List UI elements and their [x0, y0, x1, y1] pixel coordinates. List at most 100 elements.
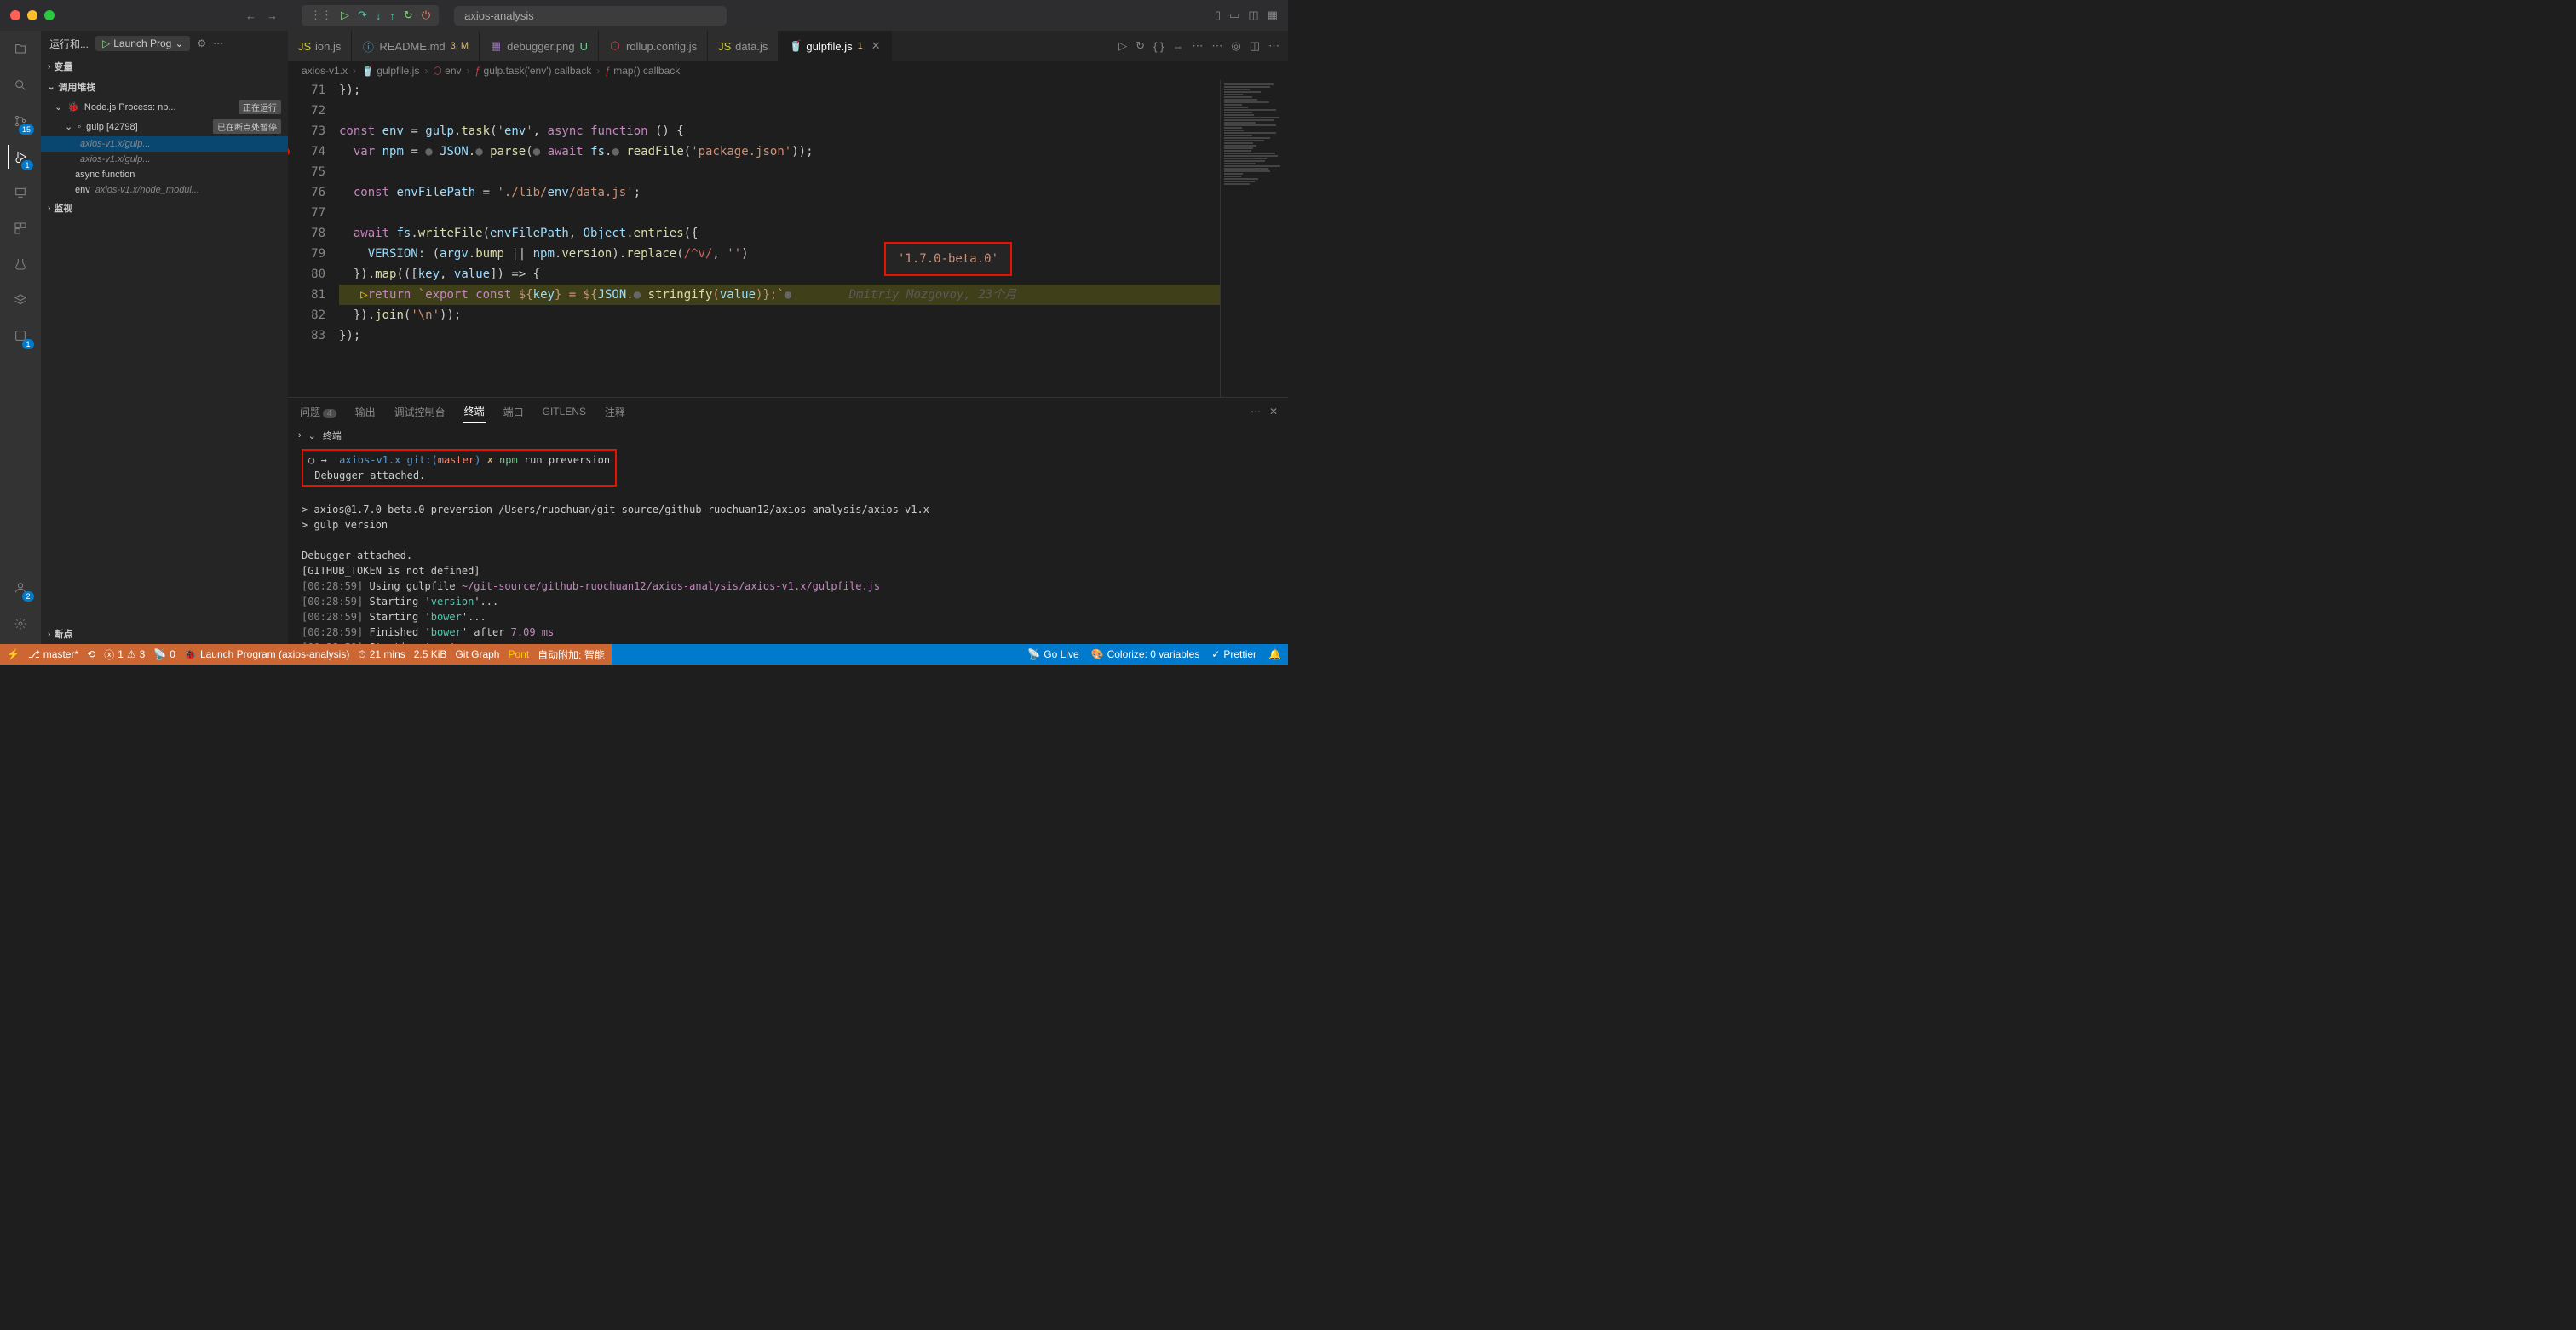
panel-tab[interactable]: 终端: [463, 400, 486, 423]
code-line[interactable]: VERSION: (argv.bump || npm.version).repl…: [339, 244, 1220, 264]
stack-frame[interactable]: axios-v1.x/gulp...: [41, 152, 288, 167]
variables-section-header[interactable]: › 变量: [41, 56, 288, 77]
extensions-icon[interactable]: [9, 216, 32, 240]
ext-icon[interactable]: 1: [9, 324, 32, 348]
code-line[interactable]: });: [339, 80, 1220, 101]
split-icon[interactable]: ◫: [1250, 39, 1260, 53]
step-into-button[interactable]: ↓: [376, 9, 382, 22]
prettier-status[interactable]: ✓ Prettier: [1211, 648, 1256, 660]
breakpoints-section-header[interactable]: › 断点: [41, 624, 288, 644]
layout-panel-icon[interactable]: ▭: [1229, 9, 1239, 22]
editor-tab[interactable]: JSion.js: [288, 31, 352, 61]
overflow-icon[interactable]: ⋯: [1268, 39, 1279, 53]
auto-attach-status[interactable]: 自动附加: 智能: [538, 648, 605, 662]
breadcrumb-item[interactable]: ƒ map() callback: [605, 65, 680, 77]
close-tab-icon[interactable]: ✕: [871, 39, 881, 53]
panel-close-icon[interactable]: ✕: [1269, 406, 1278, 417]
layout-customize-icon[interactable]: ▦: [1268, 9, 1278, 22]
more-icon[interactable]: ⋯: [1192, 39, 1203, 53]
run-debug-icon[interactable]: 1: [8, 145, 32, 169]
pont-status[interactable]: Pont: [508, 648, 529, 660]
panel-tab[interactable]: 端口: [502, 401, 526, 423]
watch-section-header[interactable]: › 监视: [41, 198, 288, 218]
code-line[interactable]: }).map(([key, value]) => {: [339, 264, 1220, 285]
bookmarks-icon[interactable]: [9, 288, 32, 312]
breadcrumb-item[interactable]: ƒ gulp.task('env') callback: [475, 65, 592, 77]
panel-tab[interactable]: GITLENS: [541, 402, 588, 421]
code-line[interactable]: var npm = ● JSON.● parse(● await fs.● re…: [339, 141, 1220, 162]
code-line[interactable]: ▷return `export const ${key} = ${JSON.● …: [339, 285, 1220, 305]
launch-config-dropdown[interactable]: ▷ Launch Prog ⌄: [95, 36, 190, 51]
nav-forward-icon[interactable]: →: [267, 9, 278, 22]
panel-tab[interactable]: 注释: [603, 401, 627, 423]
colorize-status[interactable]: 🎨 Colorize: 0 variables: [1091, 648, 1200, 660]
breadcrumb-item[interactable]: ⬡ env: [433, 65, 461, 77]
breadcrumb-item[interactable]: axios-v1.x: [302, 65, 348, 77]
layout-secondary-icon[interactable]: ◫: [1248, 9, 1258, 22]
editor-tab[interactable]: ⬡rollup.config.js: [599, 31, 708, 61]
debug-thread[interactable]: ⌄ ◦ gulp [42798] 已在断点处暂停: [41, 117, 288, 136]
search-icon[interactable]: [9, 73, 32, 97]
breadcrumb[interactable]: axios-v1.x›🥤 gulpfile.js›⬡ env›ƒ gulp.ta…: [288, 61, 1288, 80]
ports-status[interactable]: 📡 0: [153, 648, 175, 660]
start-debug-icon[interactable]: ▷: [102, 37, 110, 49]
git-sync[interactable]: ⟲: [87, 648, 95, 660]
command-center[interactable]: axios-analysis: [454, 6, 727, 26]
more-icon[interactable]: ⋯: [213, 37, 223, 49]
stack-frame[interactable]: axios-v1.x/gulp...: [41, 136, 288, 152]
minimize-window-button[interactable]: [27, 10, 37, 20]
minimap[interactable]: [1220, 80, 1288, 397]
history-icon[interactable]: ↻: [1136, 39, 1145, 53]
compass-icon[interactable]: ◎: [1231, 39, 1240, 53]
debug-launch-status[interactable]: 🐞 Launch Program (axios-analysis): [184, 648, 349, 660]
notifications-icon[interactable]: 🔔: [1268, 648, 1281, 660]
restart-button[interactable]: ↻: [404, 9, 413, 22]
panel-tab[interactable]: 调试控制台: [393, 401, 447, 423]
callstack-section-header[interactable]: ⌄ 调用堆栈: [41, 77, 288, 97]
explorer-icon[interactable]: [9, 37, 32, 61]
testing-icon[interactable]: [9, 252, 32, 276]
editor-tab[interactable]: ▦debugger.pngU: [480, 31, 599, 61]
braces-icon[interactable]: { }: [1153, 40, 1164, 53]
remote-indicator[interactable]: ⚡: [7, 648, 20, 660]
step-out-button[interactable]: ↑: [389, 9, 395, 22]
editor-tab[interactable]: 🥤gulpfile.js1✕: [779, 31, 891, 61]
layout-primary-icon[interactable]: ▯: [1215, 9, 1221, 22]
go-live-status[interactable]: 📡 Go Live: [1027, 648, 1078, 660]
stack-frame[interactable]: env axios-v1.x/node_modul...: [41, 182, 288, 198]
panel-tab[interactable]: 问题4: [298, 401, 338, 423]
more2-icon[interactable]: ⋯: [1211, 39, 1222, 53]
gear-icon[interactable]: ⚙: [197, 37, 206, 49]
terminal[interactable]: ○ → axios-v1.x git:(master) ✗ npm run pr…: [288, 446, 1288, 644]
panel-more-icon[interactable]: ⋯: [1251, 406, 1261, 417]
code-line[interactable]: [339, 162, 1220, 182]
stack-frame[interactable]: async function: [41, 167, 288, 182]
source-control-icon[interactable]: 15: [9, 109, 32, 133]
debug-process[interactable]: ⌄ 🐞 Node.js Process: np... 正在运行: [41, 97, 288, 117]
close-window-button[interactable]: [10, 10, 20, 20]
code-line[interactable]: }).join('\n'));: [339, 305, 1220, 325]
code-line[interactable]: [339, 101, 1220, 121]
accounts-icon[interactable]: 2: [9, 576, 32, 600]
drag-handle-icon[interactable]: ⋮⋮: [310, 9, 332, 22]
code-line[interactable]: const envFilePath = './lib/env/data.js';: [339, 182, 1220, 203]
code-line[interactable]: });: [339, 325, 1220, 346]
time-status[interactable]: ⏱ 21 mins: [358, 648, 405, 661]
git-graph-status[interactable]: Git Graph: [455, 648, 499, 660]
diff-icon[interactable]: ⇔: [1172, 40, 1183, 53]
step-over-button[interactable]: ↷: [358, 9, 367, 22]
maximize-window-button[interactable]: [44, 10, 55, 20]
run-icon[interactable]: ▷: [1118, 39, 1127, 53]
remote-explorer-icon[interactable]: [9, 181, 32, 204]
panel-tab[interactable]: 输出: [354, 401, 377, 423]
editor-tab[interactable]: ⓘREADME.md3, M: [352, 31, 480, 61]
code-line[interactable]: await fs.writeFile(envFilePath, Object.e…: [339, 223, 1220, 244]
code-editor[interactable]: 71727374757677787980818283 '1.7.0-beta.0…: [288, 80, 1288, 397]
continue-button[interactable]: ▷: [341, 9, 349, 22]
git-branch[interactable]: ⎇ master*: [28, 648, 78, 660]
settings-gear-icon[interactable]: [9, 612, 32, 636]
breadcrumb-item[interactable]: 🥤 gulpfile.js: [361, 65, 419, 77]
code-line[interactable]: [339, 203, 1220, 223]
nav-back-icon[interactable]: ←: [245, 9, 256, 22]
disconnect-button[interactable]: ⏻: [422, 9, 430, 22]
